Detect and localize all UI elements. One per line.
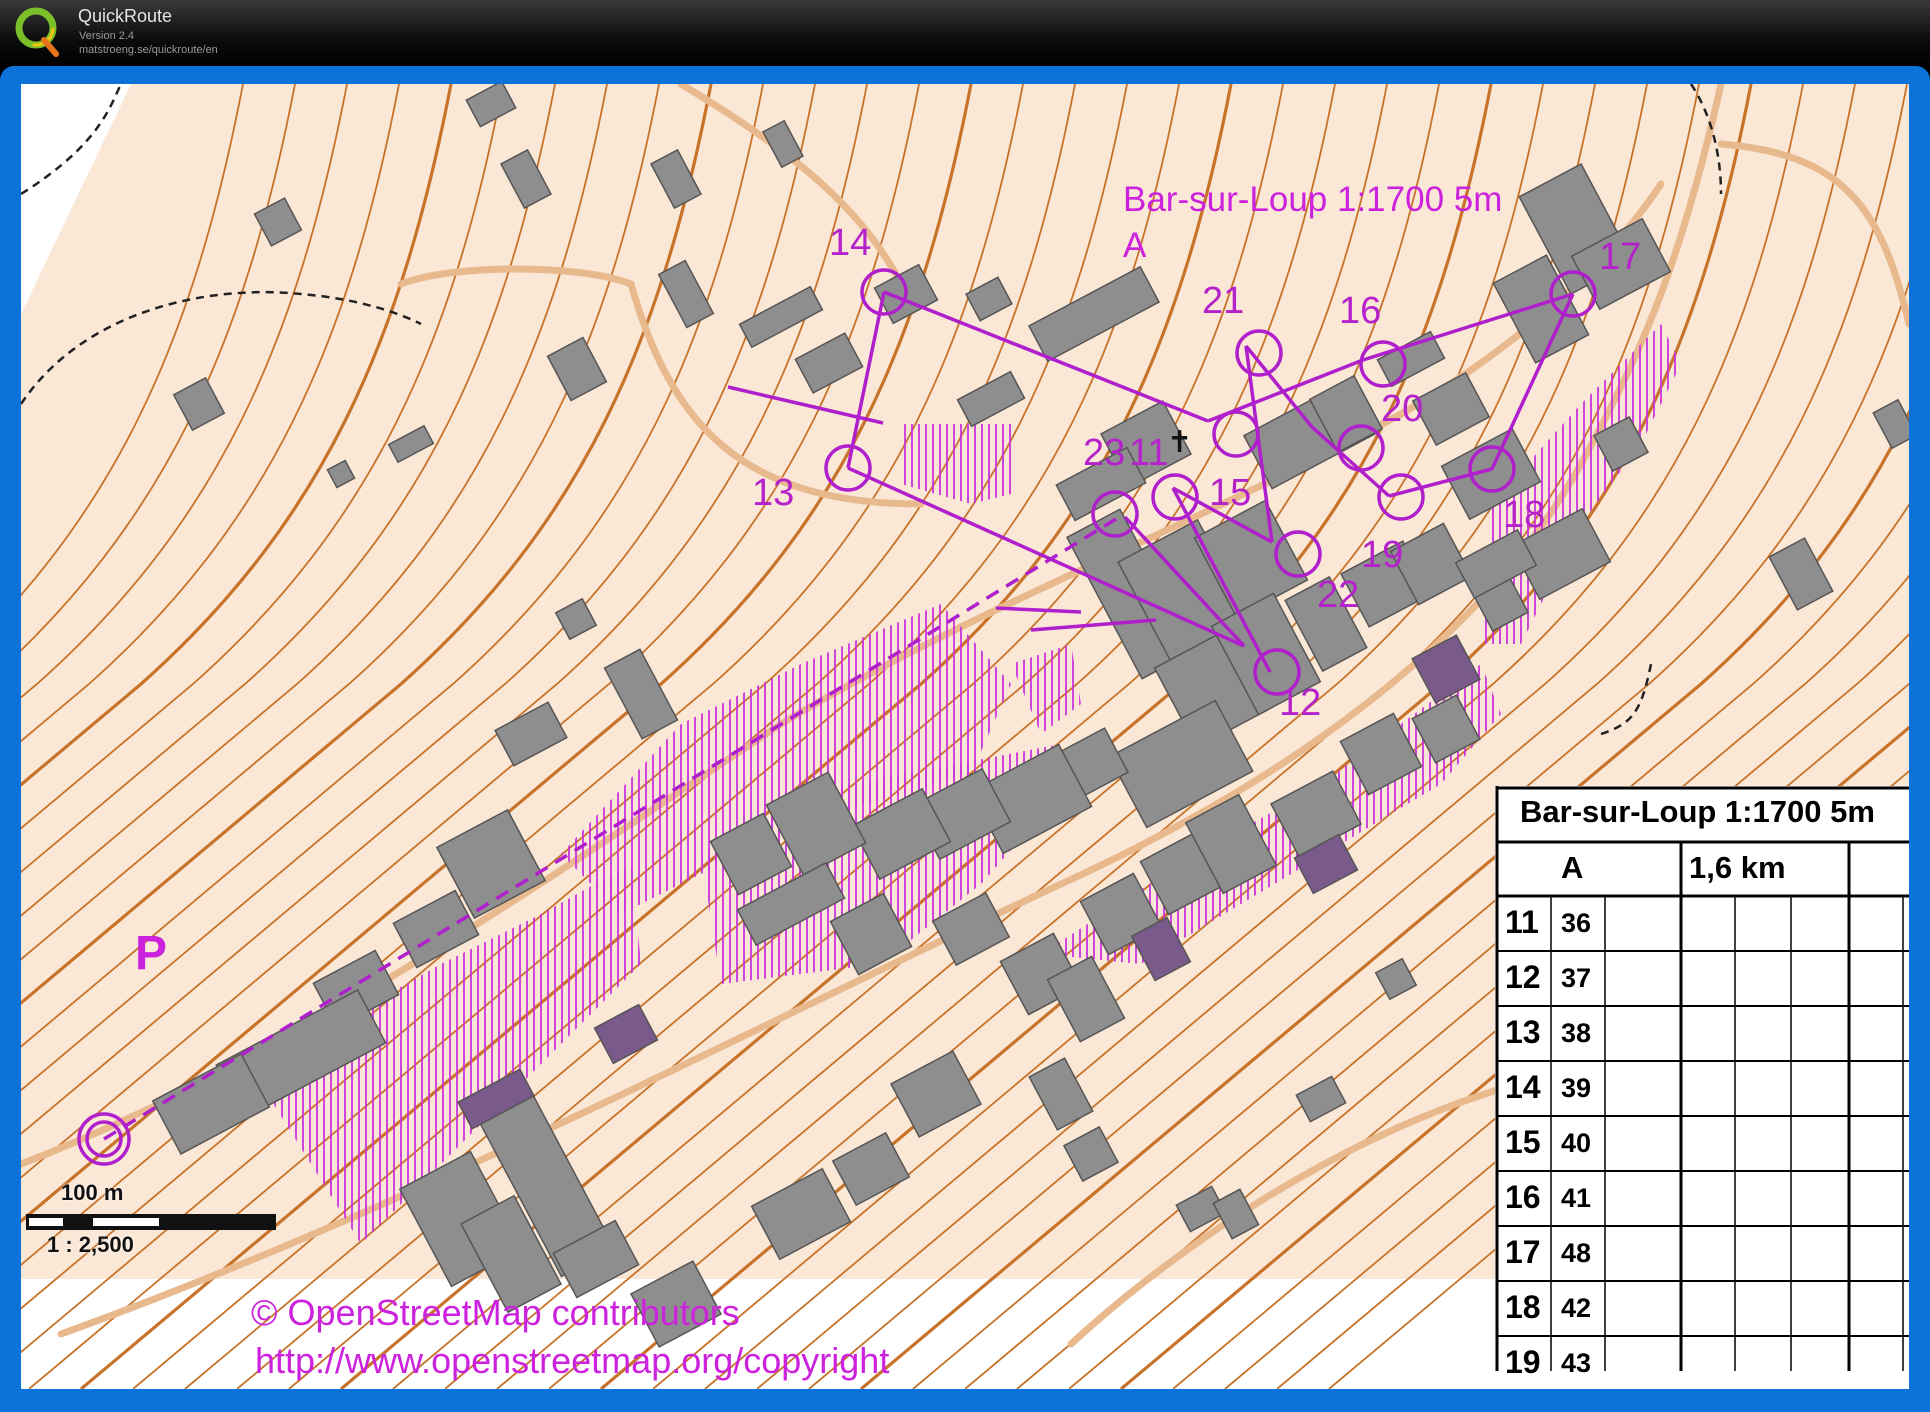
description-row-number: 17: [1505, 1234, 1541, 1270]
control-label: 22: [1317, 574, 1360, 616]
app-name: QuickRoute: [78, 6, 173, 26]
description-row-number: 13: [1505, 1014, 1541, 1050]
control-label: 16: [1339, 290, 1382, 332]
description-row-number: 14: [1505, 1069, 1541, 1105]
start-label: P: [135, 927, 168, 980]
scale-distance: 100 m: [61, 1180, 124, 1205]
description-row-number: 12: [1505, 959, 1541, 995]
copyright-text: © OpenStreetMap contributors: [251, 1292, 740, 1333]
control-label: 17: [1599, 236, 1642, 278]
description-row-number: 19: [1505, 1344, 1541, 1380]
control-label: 19: [1361, 534, 1404, 576]
description-row-code: 38: [1561, 1018, 1592, 1048]
app-url: matstroeng.se/quickroute/en: [79, 44, 218, 56]
church-icon: ✝: [1167, 425, 1192, 460]
description-row-number: 18: [1505, 1289, 1541, 1325]
map-title: Bar-sur-Loup 1:1700 5m: [1123, 180, 1503, 219]
app-version: Version 2.4: [79, 30, 135, 42]
scale-bar: [26, 1214, 276, 1230]
description-row-code: 43: [1561, 1348, 1592, 1378]
description-row-code: 42: [1561, 1293, 1592, 1323]
control-label: 12: [1279, 682, 1322, 724]
description-length: 1,6 km: [1689, 850, 1786, 885]
control-label: 21: [1202, 280, 1245, 322]
description-row-number: 16: [1505, 1179, 1541, 1215]
title-bar: QuickRoute Version 2.4 matstroeng.se/qui…: [0, 0, 1930, 66]
control-label: 20: [1381, 388, 1424, 430]
map-sheet[interactable]: ✝ Bar-sur-Loup 1:1700 5m A P 14 13 21 16…: [21, 84, 1909, 1389]
description-row-code: 36: [1561, 908, 1592, 938]
control-label: 13: [752, 472, 795, 514]
quickroute-logo-icon: [15, 7, 59, 57]
control-label: 11: [1129, 432, 1169, 474]
description-row-code: 37: [1561, 963, 1592, 993]
control-label: 18: [1503, 494, 1546, 536]
map-course-label: A: [1123, 226, 1147, 265]
description-course: A: [1561, 850, 1584, 885]
description-row-code: 41: [1561, 1183, 1592, 1213]
scale-ratio: 1 : 2,500: [47, 1232, 134, 1257]
description-row-number: 15: [1505, 1124, 1541, 1160]
control-description-sheet: Bar-sur-Loup 1:1700 5m A 1,6 km 11 36 12 37…: [1495, 786, 1909, 1380]
description-row-code: 48: [1561, 1238, 1592, 1268]
control-label: 14: [829, 222, 872, 264]
description-row-code: 39: [1561, 1073, 1592, 1103]
description-row-code: 40: [1561, 1128, 1592, 1158]
control-label: 15: [1209, 472, 1252, 514]
description-row-number: 11: [1505, 904, 1539, 940]
control-label: 23: [1083, 432, 1126, 474]
description-title: Bar-sur-Loup 1:1700 5m: [1520, 794, 1875, 829]
copyright-link[interactable]: http://www.openstreetmap.org/copyright: [255, 1340, 889, 1382]
